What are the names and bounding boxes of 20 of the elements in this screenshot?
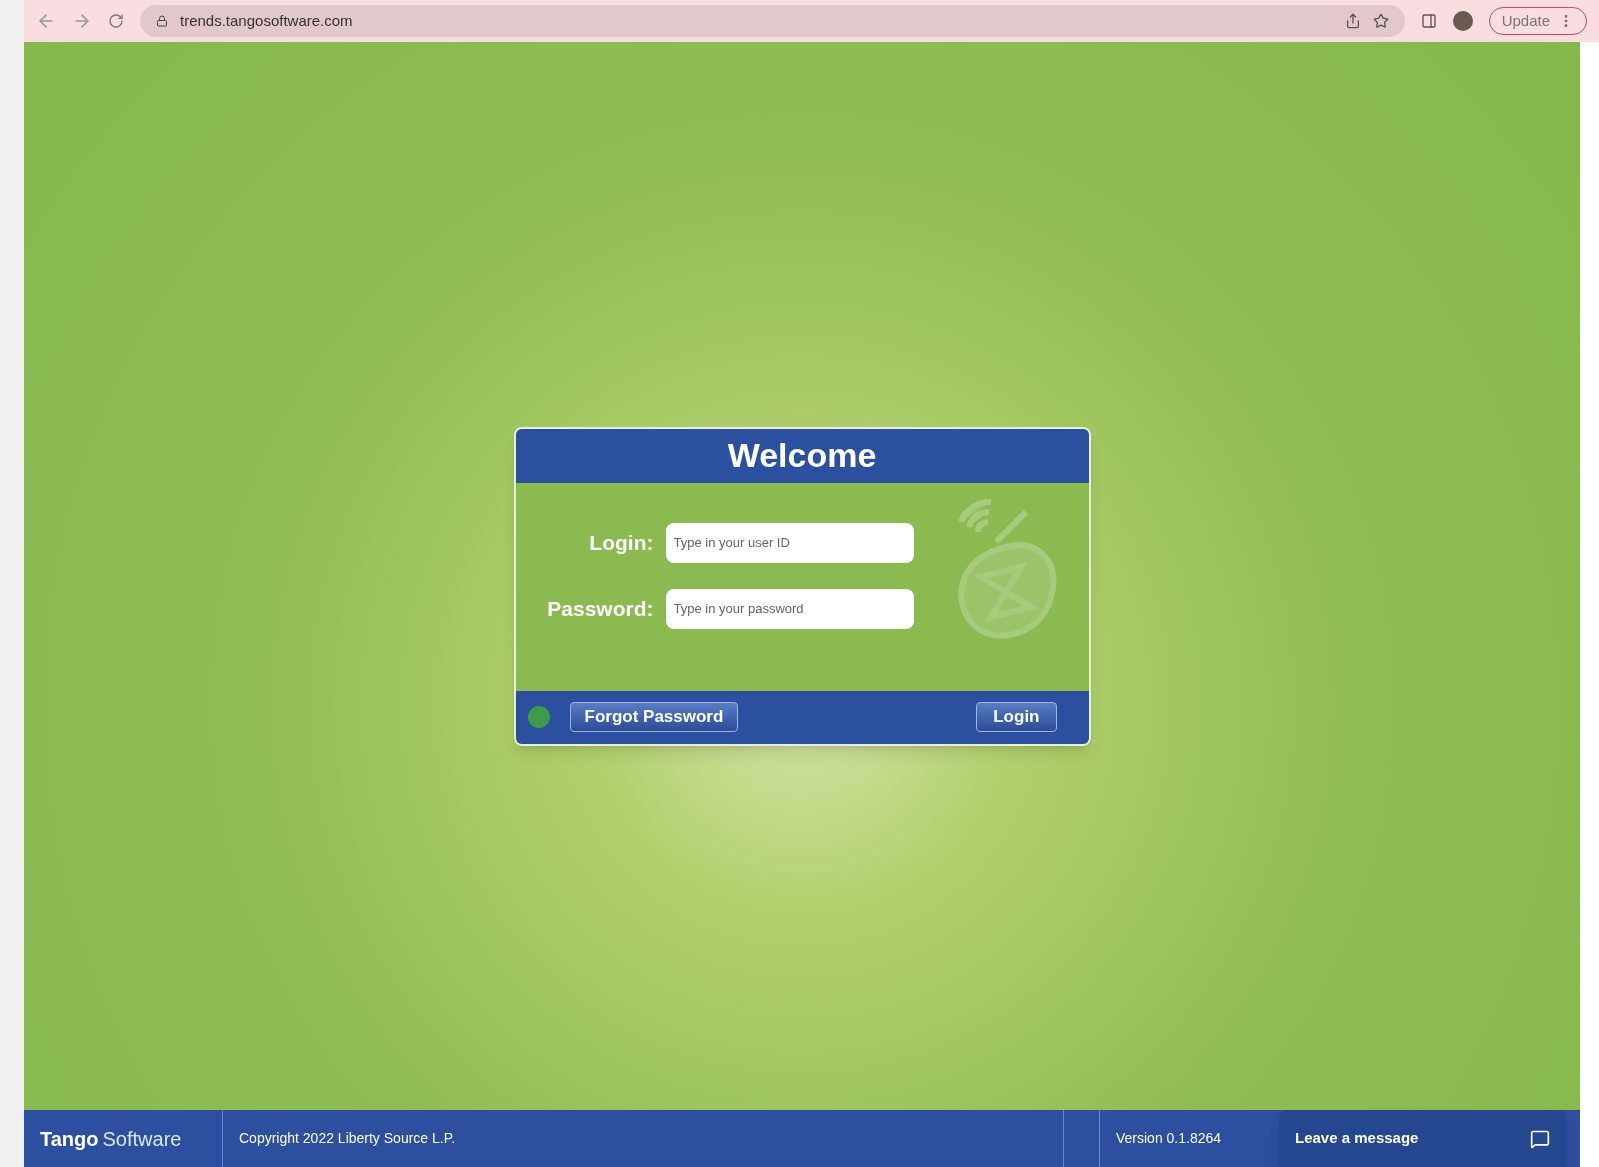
url-text: trends.tangosoftware.com — [180, 10, 353, 31]
lock-icon — [156, 15, 168, 27]
login-button[interactable]: Login — [976, 702, 1057, 732]
profile-avatar[interactable] — [1452, 11, 1473, 31]
brand-name: Tango — [40, 1126, 99, 1152]
address-bar[interactable]: trends.tangosoftware.com — [140, 5, 1405, 37]
leave-message-button[interactable]: Leave a message — [1279, 1110, 1566, 1167]
bookmark-star-icon[interactable] — [1372, 13, 1389, 29]
brand-suffix: Software — [102, 1126, 182, 1152]
reload-icon[interactable] — [108, 13, 124, 29]
field-label: Password: — [546, 595, 655, 622]
chat-icon — [1530, 1128, 1550, 1149]
field-label: Login: — [588, 529, 655, 556]
copyright-text: Copyright 2022 Liberty Source L.P. — [223, 1110, 1064, 1167]
welcome-title: Welcome — [727, 435, 877, 476]
input-field[interactable]: Type in your password — [665, 588, 914, 629]
input-field[interactable]: Type in your user ID — [665, 522, 914, 563]
share-icon[interactable] — [1344, 13, 1361, 29]
side-panel-icon[interactable] — [1420, 13, 1437, 29]
forgot-password-button[interactable]: Forgot Password — [569, 702, 739, 732]
